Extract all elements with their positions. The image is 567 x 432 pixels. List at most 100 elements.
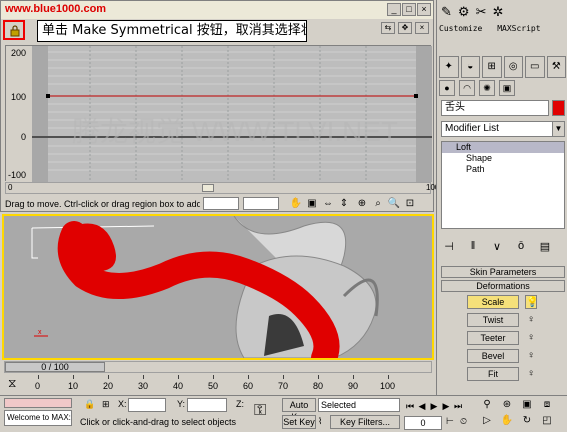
close-button[interactable]: ×	[417, 3, 431, 16]
graph-status-message: Drag to move. Ctrl-click or drag region …	[5, 199, 200, 209]
zoom-extents-icon[interactable]: ▣	[305, 197, 319, 211]
tab-utilities-icon[interactable]: ⚒	[546, 56, 566, 78]
tab-modify-icon[interactable]: ◒	[460, 56, 480, 78]
minimize-button[interactable]: _	[387, 3, 401, 16]
key-filters-button[interactable]: Key Filters...	[330, 415, 400, 429]
point-x-field[interactable]	[203, 197, 239, 210]
current-frame-field[interactable]: 0	[404, 416, 442, 430]
remove-modifier-icon[interactable]: ō	[513, 240, 529, 256]
time-slider-thumb[interactable]: 0 / 100	[5, 362, 105, 372]
tab-display-icon[interactable]: ▭	[525, 56, 545, 78]
graph-plot-area[interactable]: 腾龙视觉 WWW.TLVI.NET	[32, 46, 432, 182]
stack-item-path[interactable]: Path	[442, 164, 564, 175]
field-of-view-icon[interactable]: ▷	[478, 414, 496, 428]
make-symmetrical-button[interactable]	[3, 20, 25, 40]
zoom-icon[interactable]: ⊕	[355, 197, 369, 211]
zoom-all-icon[interactable]: ⊛	[498, 398, 516, 412]
twist-lightbulb-icon[interactable]: ♀	[525, 313, 537, 327]
settings-icon[interactable]: ✎	[441, 4, 452, 20]
tab-hierarchy-icon[interactable]: ⊞	[482, 56, 502, 78]
lock-selection-icon[interactable]: 🔒	[84, 399, 95, 410]
scene-icon[interactable]: ✂	[476, 4, 487, 20]
object-color-swatch[interactable]	[552, 100, 565, 116]
set-key-button[interactable]: Set Key	[282, 415, 316, 429]
tab-create-icon[interactable]: ✦	[439, 56, 459, 78]
curve-control-point-end	[414, 94, 418, 98]
perspective-viewport[interactable]: x	[2, 214, 434, 360]
x-coord-field[interactable]	[128, 398, 166, 412]
absolute-mode-icon[interactable]: ⊞	[102, 399, 110, 410]
key-selection-dropdown[interactable]: Selected	[318, 398, 400, 412]
time-slider[interactable]: 0 / 100	[4, 361, 432, 373]
zoom-extents-nav-icon[interactable]: ▣	[518, 398, 536, 412]
modifier-list-dropdown[interactable]: Modifier List ▼	[441, 121, 565, 137]
rollout-deformations[interactable]: Deformations	[441, 280, 565, 292]
zoom-nav-icon[interactable]: ⚲	[478, 398, 496, 412]
cameras-icon[interactable]: ▣	[499, 80, 515, 96]
goto-end-icon[interactable]: ⏭	[452, 400, 464, 412]
zoom-horizontal-icon[interactable]: ⇔	[321, 197, 335, 211]
zoom-vertical-icon[interactable]: ⇕	[337, 197, 351, 211]
scrollbar-thumb[interactable]	[202, 184, 214, 192]
next-frame-icon[interactable]: ▶	[440, 400, 452, 412]
tab-motion-icon[interactable]: ◎	[503, 56, 523, 78]
maxscript-listener-output[interactable]	[4, 398, 72, 408]
key-mode-icon[interactable]: ⌇	[318, 416, 322, 427]
close-graph-icon[interactable]: ×	[415, 22, 429, 34]
deformation-graph[interactable]: 200 100 0 -100 腾龙视觉 WWW.TLVI.NET	[5, 45, 432, 182]
graph-horizontal-scrollbar[interactable]: 0 100	[5, 182, 439, 194]
zoom-window-icon[interactable]: ⊡	[403, 197, 417, 211]
lights-icon[interactable]: ✺	[479, 80, 495, 96]
track-bar[interactable]: 0 10 20 30 40 50 60 70 80 90 100	[30, 375, 404, 393]
pin-stack-icon[interactable]: ⊣	[441, 240, 457, 256]
menu-customize[interactable]: Customize	[439, 24, 482, 33]
pan-nav-icon[interactable]: ✋	[498, 414, 516, 428]
maxscript-mini-listener[interactable]: Welcome to MAX:	[4, 410, 72, 426]
arc-rotate-icon[interactable]: ↻	[518, 414, 536, 428]
geometry-icon[interactable]: ●	[439, 80, 455, 96]
track-tick-label: 0	[35, 381, 41, 391]
zoom-in-icon[interactable]: 🔍	[387, 197, 401, 211]
point-y-field[interactable]	[243, 197, 279, 210]
teeter-lightbulb-icon[interactable]: ♀	[525, 331, 537, 345]
rollout-skin-parameters[interactable]: Skin Parameters	[441, 266, 565, 278]
track-tick	[318, 375, 319, 379]
y-coord-field[interactable]	[187, 398, 227, 412]
show-end-result-icon[interactable]: ‖	[465, 240, 481, 256]
zoom-region-icon[interactable]: ⌕	[371, 197, 385, 211]
fit-lightbulb-icon[interactable]: ♀	[525, 367, 537, 381]
pan-icon[interactable]: ✥	[398, 22, 412, 34]
stack-item-shape[interactable]: Shape	[442, 153, 564, 164]
prev-frame-icon[interactable]: ◀	[416, 400, 428, 412]
teeter-button[interactable]: Teeter	[467, 331, 519, 345]
panel-top-icons: ✎ ⚙ ✂ ✲	[441, 4, 503, 20]
maximize-button[interactable]: □	[402, 3, 416, 16]
modifier-stack[interactable]: Loft Shape Path	[441, 141, 565, 229]
auto-key-button[interactable]: Auto Key	[282, 398, 316, 422]
graph-status-row: Drag to move. Ctrl-click or drag region …	[5, 197, 431, 211]
script-icon[interactable]: ✲	[492, 4, 503, 20]
goto-start-icon[interactable]: ⏮	[404, 400, 416, 412]
pan-hand-icon[interactable]: ✋	[289, 197, 303, 211]
scale-lightbulb-icon[interactable]: 💡	[525, 295, 538, 309]
twist-button[interactable]: Twist	[467, 313, 519, 327]
maximize-viewport-icon[interactable]: ◰	[538, 414, 556, 428]
customize-icon[interactable]: ⚙	[458, 4, 470, 20]
fit-button[interactable]: Fit	[467, 367, 519, 381]
bevel-lightbulb-icon[interactable]: ♀	[525, 349, 537, 363]
time-config-icon[interactable]: ⏲	[460, 416, 467, 427]
make-unique-icon[interactable]: ∨	[489, 240, 505, 256]
menu-maxscript[interactable]: MAXScript	[497, 24, 540, 33]
bevel-button[interactable]: Bevel	[467, 349, 519, 363]
shapes-icon[interactable]: ◠	[459, 80, 475, 96]
play-icon[interactable]: ▶	[428, 400, 440, 412]
swap-icon[interactable]: ⇆	[381, 22, 395, 34]
scale-button[interactable]: Scale	[467, 295, 519, 309]
track-bar-icon[interactable]: ⧖	[8, 376, 16, 391]
configure-sets-icon[interactable]: ▤	[537, 240, 553, 256]
object-name-field[interactable]: 舌头	[441, 100, 549, 116]
key-mode-toggle-icon[interactable]: ⊢	[446, 416, 454, 427]
stack-item-loft[interactable]: Loft	[442, 142, 564, 153]
zoom-extents-all-icon[interactable]: ⧈	[538, 398, 556, 412]
key-icon[interactable]: ⚿	[254, 402, 266, 420]
